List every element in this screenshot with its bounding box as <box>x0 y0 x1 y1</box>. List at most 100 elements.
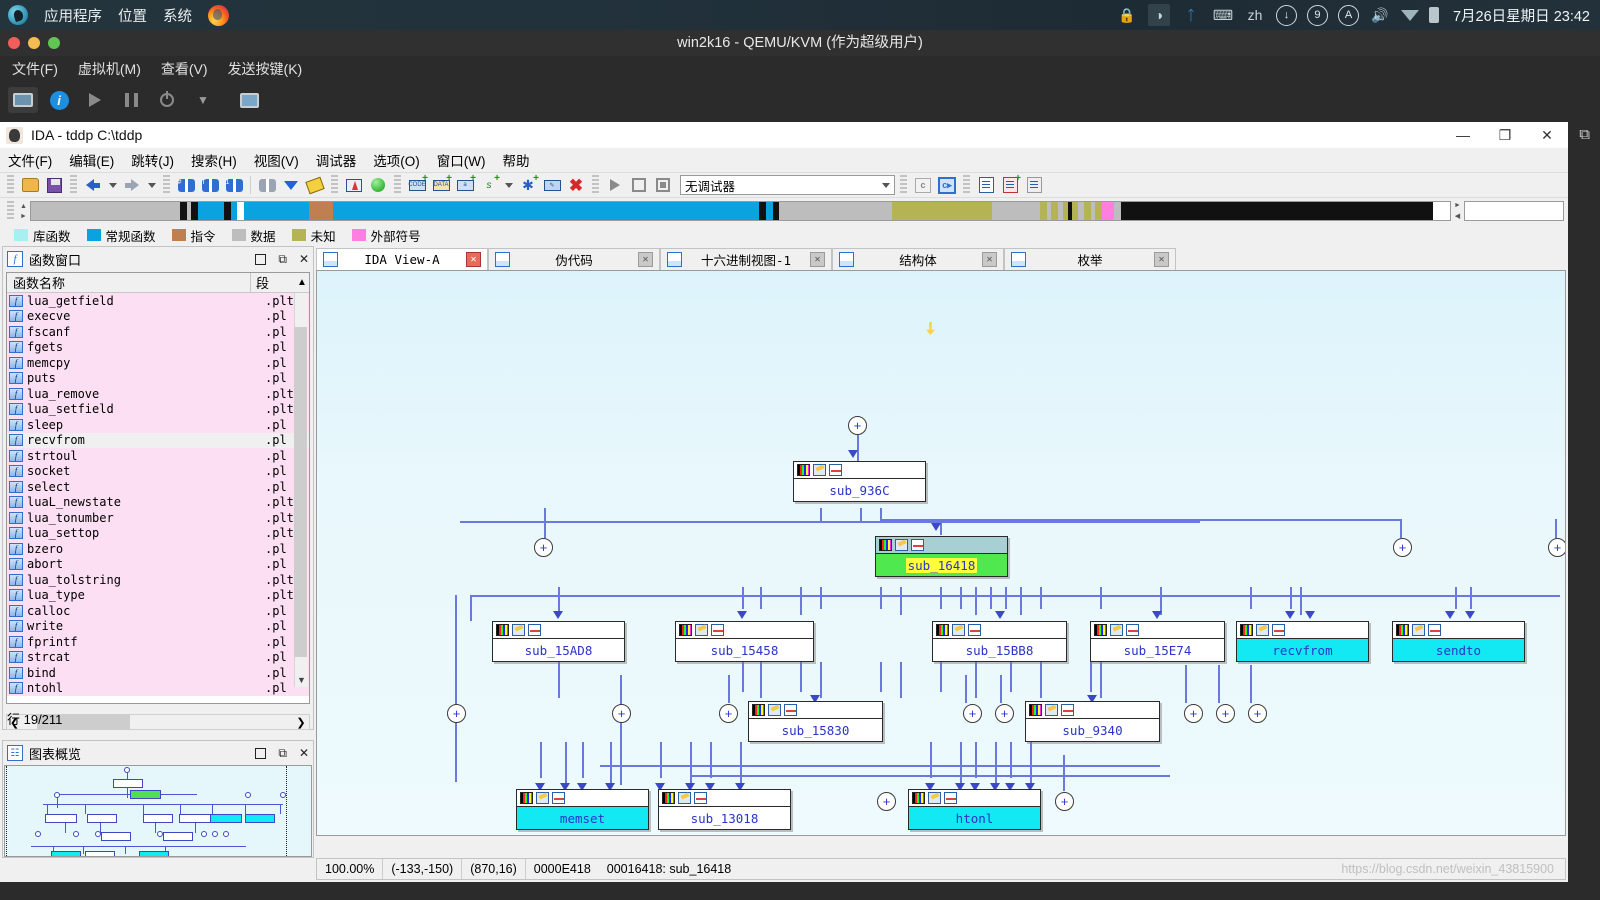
scrollbar-thumb[interactable] <box>294 327 307 657</box>
ida-menu-edit[interactable]: 编辑(E) <box>69 150 114 170</box>
save-disk-icon[interactable] <box>43 174 65 196</box>
restore-window-icon[interactable]: ⧉ <box>1579 126 1590 143</box>
overview-close-button[interactable]: ✕ <box>299 746 309 760</box>
node-palette-icon[interactable] <box>679 624 692 636</box>
bookmark-del-icon[interactable] <box>1023 174 1045 196</box>
function-list-row[interactable]: f puts .pl <box>7 370 309 386</box>
string-plus-icon[interactable]: s + <box>478 173 501 196</box>
function-list-row[interactable]: f lua_getfield .plt <box>7 293 309 309</box>
function-list-row[interactable]: f fscanf .pl <box>7 324 309 340</box>
vm-menu-view[interactable]: 查看(V) <box>161 59 208 79</box>
open-folder-icon[interactable] <box>19 174 41 196</box>
graph-node[interactable]: sub_16418 <box>875 536 1008 577</box>
collapsed-graph-node[interactable]: + <box>877 792 896 811</box>
toolbar-grip[interactable] <box>7 175 14 195</box>
function-list-row[interactable]: f socket .pl <box>7 463 309 479</box>
breakpoint-gray-icon[interactable]: c▸ <box>936 174 958 196</box>
function-list-row[interactable]: f lua_type .plt <box>7 587 309 603</box>
array-plus-icon[interactable]: a + <box>454 173 476 196</box>
warning-icon[interactable] <box>343 174 365 196</box>
collapsed-graph-node[interactable]: + <box>1184 704 1203 723</box>
graph-canvas[interactable]: + + + + + + + + + + + + + + sub_936C sub_16418 sub_15AD8… <box>316 270 1566 836</box>
collapsed-graph-node[interactable]: + <box>612 704 631 723</box>
tux-logo-icon[interactable] <box>8 5 28 25</box>
toolbar-grip[interactable] <box>963 175 970 195</box>
ida-maximize-button[interactable]: ❐ <box>1484 122 1526 148</box>
graph-node[interactable]: sub_13018 <box>658 789 791 830</box>
collapsed-graph-node[interactable]: + <box>1393 538 1412 557</box>
graph-node[interactable]: sub_9340 <box>1025 701 1160 742</box>
node-xrefs-icon[interactable] <box>944 792 957 804</box>
node-palette-icon[interactable] <box>936 624 949 636</box>
ida-menu-view[interactable]: 视图(V) <box>254 150 299 170</box>
ida-menu-debugger[interactable]: 调试器 <box>316 150 357 170</box>
collapsed-graph-node[interactable]: + <box>447 704 466 723</box>
panel-menu-system[interactable]: 系统 <box>163 5 192 26</box>
red-x-icon[interactable]: ✖ <box>565 174 587 196</box>
collapsed-graph-node[interactable]: + <box>1248 704 1267 723</box>
binoculars-gray-icon[interactable] <box>256 174 278 196</box>
volume-icon[interactable]: 🔊 <box>1369 4 1391 26</box>
pencil-lock-icon[interactable] <box>304 174 326 196</box>
graph-node[interactable]: sub_15BB8 <box>932 621 1067 662</box>
ida-menu-options[interactable]: 选项(O) <box>373 150 420 170</box>
navband-left-arrow[interactable]: ▲ ► <box>19 201 28 221</box>
green-ball-icon[interactable] <box>367 174 389 196</box>
bluetooth-icon[interactable]: ᛏ <box>1180 4 1202 26</box>
function-list-row[interactable]: f execve .pl <box>7 308 309 324</box>
struct-plus-icon[interactable]: ✱ + <box>517 173 539 196</box>
run-cursor-icon[interactable]: c <box>912 174 934 196</box>
scroll-down-arrow[interactable]: ▼ <box>295 673 308 687</box>
stop-gray-icon[interactable] <box>652 174 674 196</box>
functions-float-button[interactable]: ⧉ <box>278 252 287 267</box>
binoculars-hash-icon[interactable]: # <box>175 174 197 196</box>
debugger-select[interactable]: 无调试器 <box>680 175 895 195</box>
input-method-icon[interactable]: zh <box>1244 4 1266 26</box>
node-palette-icon[interactable] <box>879 539 892 551</box>
brightness-icon[interactable]: ◑ <box>1147 4 1170 26</box>
node-palette-icon[interactable] <box>496 624 509 636</box>
node-palette-icon[interactable] <box>1240 624 1253 636</box>
vm-menu-file[interactable]: 文件(F) <box>12 59 58 79</box>
node-palette-icon[interactable] <box>1029 704 1042 716</box>
collapsed-graph-node[interactable]: + <box>719 704 738 723</box>
graph-node[interactable]: sub_936C <box>793 461 926 502</box>
column-header-segment[interactable]: 段 <box>251 273 295 292</box>
capslock-indicator-icon[interactable]: A <box>1337 4 1359 26</box>
node-palette-icon[interactable] <box>797 464 810 476</box>
ida-menu-windows[interactable]: 窗口(W) <box>437 150 486 170</box>
node-palette-icon[interactable] <box>662 792 675 804</box>
node-xrefs-icon[interactable] <box>829 464 842 476</box>
functions-vertical-scrollbar[interactable]: ▼ <box>294 293 308 687</box>
wifi-icon[interactable] <box>1400 9 1419 21</box>
function-list-row[interactable]: f fgets .pl <box>7 339 309 355</box>
collapsed-graph-node[interactable]: + <box>848 416 867 435</box>
tab-close-icon[interactable]: ✕ <box>466 252 481 267</box>
bookmark-plus-icon[interactable]: + <box>999 173 1021 196</box>
functions-maximize-button[interactable] <box>255 253 267 265</box>
graph-node[interactable]: recvfrom <box>1236 621 1369 662</box>
function-list-row[interactable]: f bzero .pl <box>7 541 309 557</box>
node-rename-icon[interactable] <box>1412 624 1425 636</box>
node-palette-icon[interactable] <box>752 704 765 716</box>
data-plus-icon[interactable]: DATA + <box>430 173 452 196</box>
node-xrefs-icon[interactable] <box>1428 624 1441 636</box>
node-rename-icon[interactable] <box>895 539 908 551</box>
function-list-row[interactable]: f write .pl <box>7 618 309 634</box>
graph-overview-canvas[interactable] <box>4 765 312 857</box>
panel-menu-places[interactable]: 位置 <box>118 5 147 26</box>
tab-hexview[interactable]: 十六进制视图-1 ✕ <box>660 248 832 270</box>
info-icon[interactable]: i <box>44 87 74 113</box>
tab-structures[interactable]: 结构体 ✕ <box>832 248 1004 270</box>
toolbar-grip[interactable] <box>394 175 401 195</box>
node-rename-icon[interactable] <box>813 464 826 476</box>
binoculars-text-icon[interactable]: T <box>199 174 221 196</box>
navband-right-arrow[interactable]: ► ◀ <box>1453 201 1462 221</box>
download-indicator-icon[interactable]: ↓ <box>1275 4 1297 26</box>
column-header-name[interactable]: 函数名称 <box>7 273 251 292</box>
node-rename-icon[interactable] <box>678 792 691 804</box>
graph-node[interactable]: sub_15AD8 <box>492 621 625 662</box>
chevron-down-icon[interactable] <box>502 174 515 196</box>
function-list-row[interactable]: f strcat .pl <box>7 649 309 665</box>
node-xrefs-icon[interactable] <box>1126 624 1139 636</box>
